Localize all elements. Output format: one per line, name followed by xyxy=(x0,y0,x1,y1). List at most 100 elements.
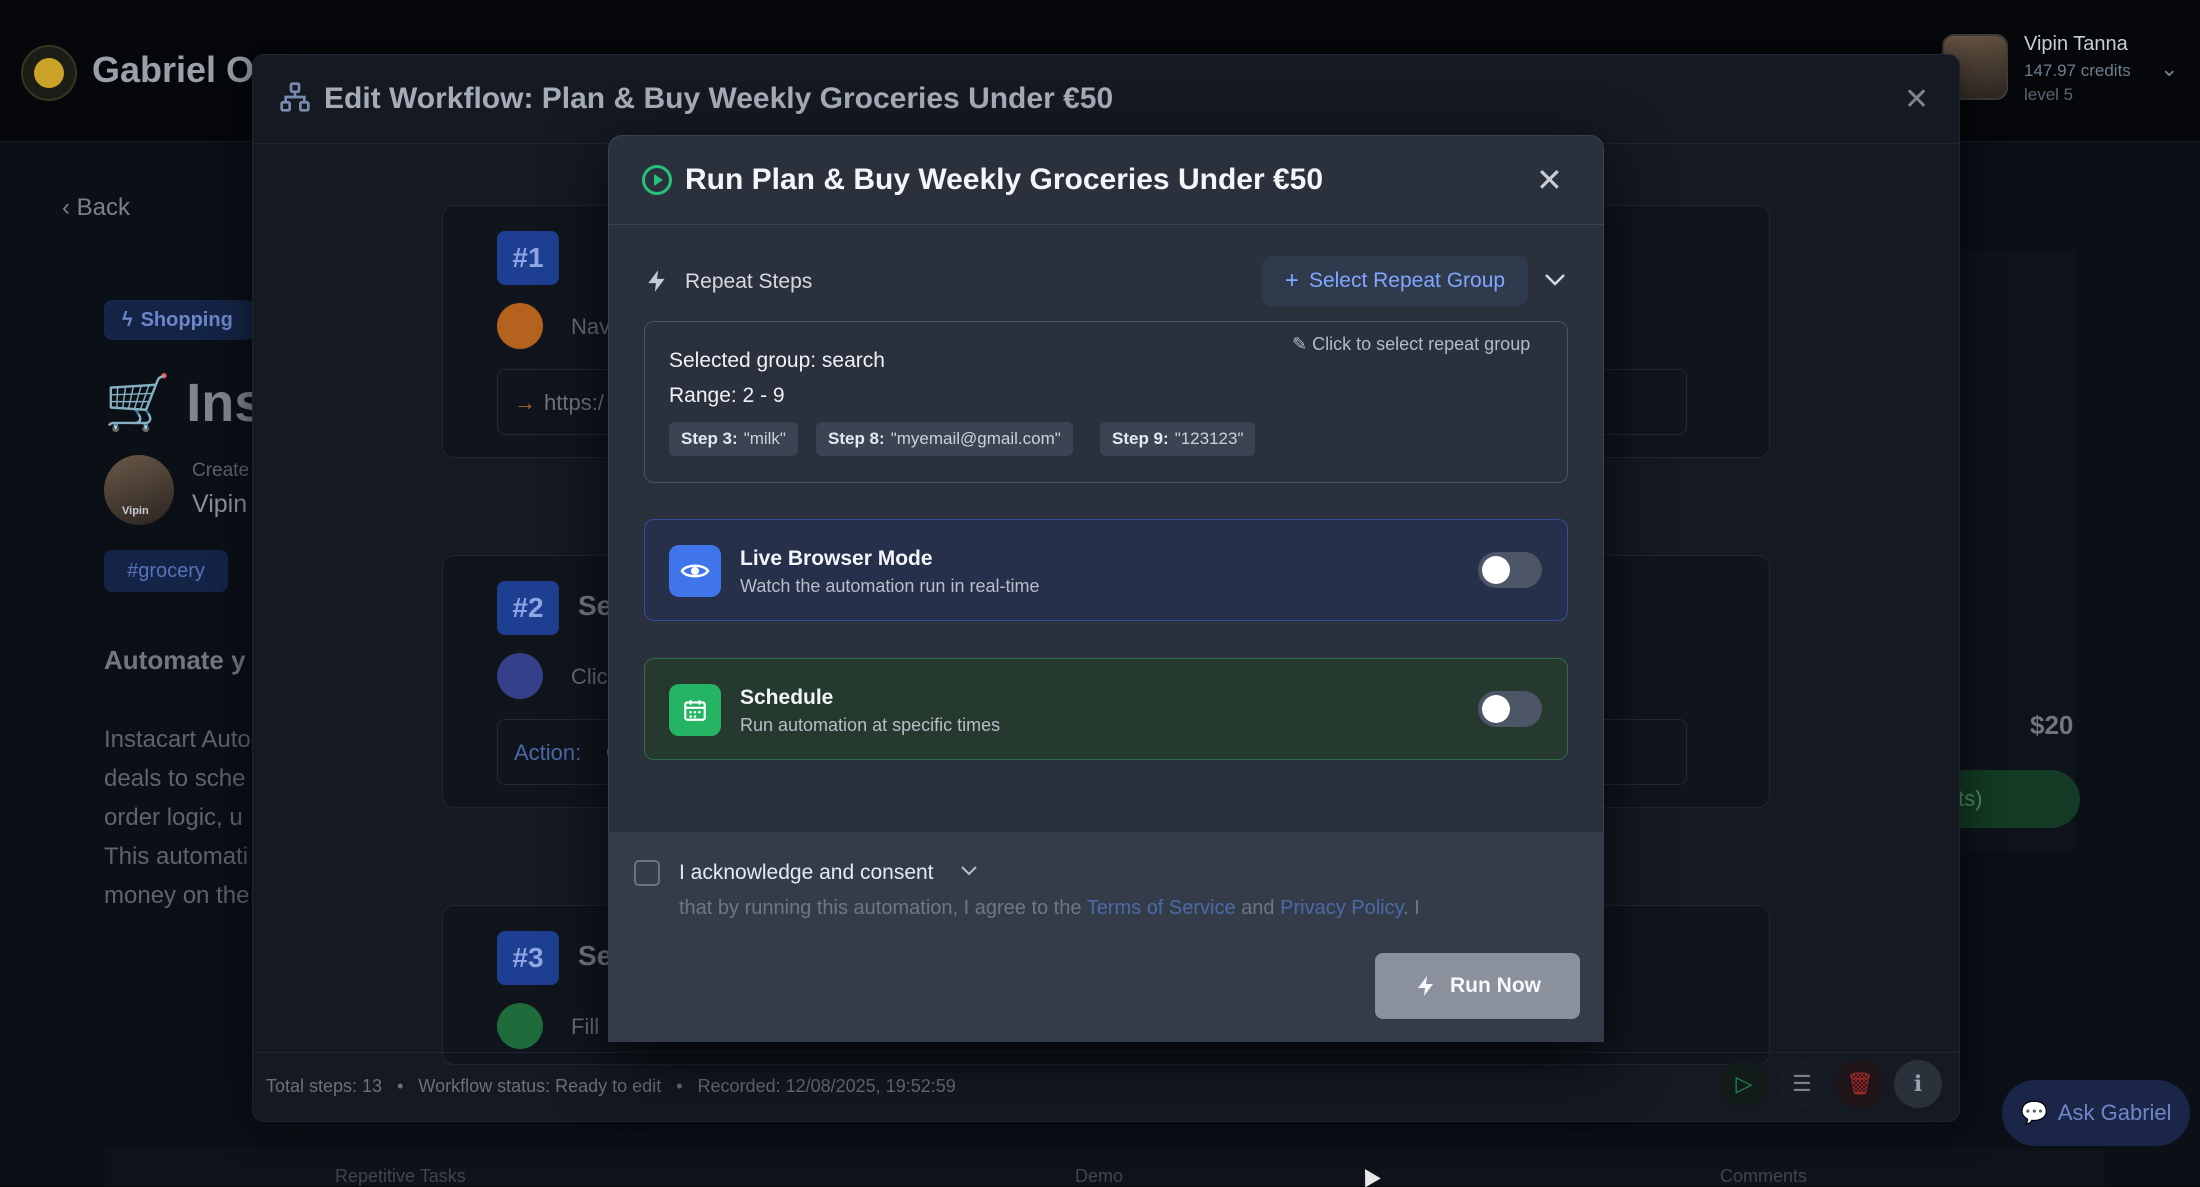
step-detail-label: Action: xyxy=(514,740,582,765)
chip-value: "123123" xyxy=(1174,429,1244,448)
creator-avatar: Vipin xyxy=(104,455,174,525)
selected-group: Selected group: search xyxy=(669,349,885,372)
chip-step: Step 8: xyxy=(828,429,885,448)
chip-value: "myemail@gmail.com" xyxy=(890,429,1061,448)
consent-text-and: and xyxy=(1241,897,1275,919)
chevron-down-icon[interactable] xyxy=(1544,266,1566,294)
workflow-status: Workflow status: Ready to edit xyxy=(418,1076,662,1096)
click-to-select-label: Click to select repeat group xyxy=(1312,334,1531,354)
arrow-right-icon: → xyxy=(514,390,536,415)
logo-icon[interactable] xyxy=(21,45,77,101)
live-browser-toggle[interactable] xyxy=(1478,552,1542,588)
chip-step: Step 9: xyxy=(1112,429,1169,448)
step-number: #2 xyxy=(497,581,559,635)
step-number: #1 xyxy=(497,231,559,285)
recorded-time: Recorded: 12/08/2025, 19:52:59 xyxy=(697,1076,956,1096)
step-value-chip: Step 8: "myemail@gmail.com" xyxy=(816,422,1073,456)
step-action: Fill xyxy=(571,1014,600,1039)
consent-checkbox[interactable] xyxy=(634,860,660,886)
separator: • xyxy=(676,1076,683,1096)
workflow-icon xyxy=(279,81,311,121)
category-badge: ϟ Shopping xyxy=(104,300,254,340)
chip-value: "milk" xyxy=(743,429,786,448)
select-repeat-group-label: Select Repeat Group xyxy=(1308,269,1506,292)
run-modal-title: Run Plan & Buy Weekly Groceries Under €5… xyxy=(685,163,1324,196)
run-now-label: Run Now xyxy=(1450,974,1541,997)
step-value-chip: Step 9: "123123" xyxy=(1100,422,1256,456)
user-credits: 147.97 credits xyxy=(2024,61,2131,80)
user-menu-chevron-down-icon[interactable]: ⌄ xyxy=(2160,56,2178,82)
step-value-chip: Step 3: "milk" xyxy=(669,422,798,456)
total-steps: Total steps: 13 xyxy=(266,1076,383,1096)
tab-comments[interactable]: Comments xyxy=(1720,1166,1807,1187)
schedule-subtitle: Run automation at specific times xyxy=(740,715,1001,735)
fill-icon xyxy=(497,1003,543,1049)
description-heading: Automate y xyxy=(104,645,246,675)
select-repeat-group-button[interactable]: + Select Repeat Group xyxy=(1262,256,1528,306)
ask-gabriel-label: Ask Gabriel xyxy=(2057,1100,2172,1125)
back-label: Back xyxy=(76,194,131,221)
footer-actions: ▷ ☰ 🗑 ℹ xyxy=(1720,1060,1942,1110)
description-line: This automati xyxy=(104,843,249,870)
consent-text-suffix: I xyxy=(1414,897,1420,919)
consent-text: that by running this automation, I agree… xyxy=(679,897,1420,919)
bolt-icon xyxy=(1418,976,1433,996)
step-url: https:/ xyxy=(544,390,604,415)
select-group-link[interactable]: ✎ Click to select repeat group xyxy=(1292,334,1530,355)
live-browser-subtitle: Watch the automation run in real-time xyxy=(740,576,1040,596)
creator-avatar-caption: Vipin xyxy=(122,505,149,517)
bolt-icon: ϟ xyxy=(122,308,133,331)
user-name: Vipin Tanna xyxy=(2024,33,2128,55)
navigate-icon xyxy=(497,303,543,349)
repeat-steps-label: Repeat Steps xyxy=(685,270,813,293)
consent-text-prefix: that by running this automation, I agree… xyxy=(679,897,1082,919)
step-action: Nav xyxy=(571,314,611,339)
info-icon[interactable]: ℹ xyxy=(1894,1060,1942,1108)
bottom-tabs: Repetitive Tasks Demo Comments xyxy=(105,1148,2105,1186)
plus-icon: + xyxy=(1284,267,1299,294)
description-line: deals to sche xyxy=(104,765,246,792)
tag-grocery[interactable]: #grocery xyxy=(104,550,228,592)
separator: • xyxy=(397,1076,404,1096)
creator-label: Create xyxy=(192,460,250,481)
schedule-toggle[interactable] xyxy=(1478,691,1542,727)
workflow-status-bar: Total steps: 13 • Workflow status: Ready… xyxy=(266,1076,956,1097)
back-link[interactable]: ‹ Back xyxy=(62,194,130,222)
step-number: #3 xyxy=(497,931,559,985)
play-circle-icon[interactable]: ▷ xyxy=(1720,1060,1768,1108)
user-level: level 5 xyxy=(2024,85,2074,104)
category-label: Shopping xyxy=(140,308,233,331)
brand-name[interactable]: Gabriel Op xyxy=(92,49,276,91)
calendar-icon xyxy=(669,684,721,736)
trash-icon[interactable]: 🗑 xyxy=(1836,1060,1884,1108)
step-action: Clic xyxy=(571,664,608,689)
price-value: $20 xyxy=(2030,710,2074,740)
creator-name[interactable]: Vipin xyxy=(192,490,247,519)
terms-of-service-link[interactable]: Terms of Service xyxy=(1087,897,1236,919)
consent-label[interactable]: I acknowledge and consent xyxy=(679,861,934,885)
ask-gabriel-button[interactable]: 💬 Ask Gabriel xyxy=(2002,1080,2190,1146)
close-icon[interactable]: ✕ xyxy=(1536,161,1563,199)
schedule-title: Schedule xyxy=(740,686,834,709)
edit-workflow-title: Edit Workflow: Plan & Buy Weekly Groceri… xyxy=(324,82,1114,115)
play-circle-icon xyxy=(642,165,672,195)
close-icon[interactable]: ✕ xyxy=(1904,82,1929,117)
cart-icon: 🛒 xyxy=(104,373,172,433)
buy-button[interactable]: ts) xyxy=(1950,770,2080,828)
chevron-left-icon: ‹ xyxy=(62,194,77,221)
eye-icon xyxy=(669,545,721,597)
privacy-policy-link[interactable]: Privacy Policy xyxy=(1280,897,1403,919)
pricing-card xyxy=(1955,250,2075,850)
list-icon[interactable]: ☰ xyxy=(1778,1060,1826,1108)
bolt-icon xyxy=(644,266,670,303)
chip-step: Step 3: xyxy=(681,429,738,448)
description-line: Instacart Auto xyxy=(104,726,251,753)
run-now-button[interactable]: Run Now xyxy=(1375,953,1580,1019)
tab-repetitive-tasks[interactable]: Repetitive Tasks xyxy=(335,1166,466,1187)
tab-demo[interactable]: Demo xyxy=(1075,1166,1123,1187)
live-browser-title: Live Browser Mode xyxy=(740,547,933,570)
chevron-down-icon[interactable] xyxy=(960,860,978,883)
group-range: Range: 2 - 9 xyxy=(669,384,785,407)
pencil-icon: ✎ xyxy=(1292,334,1308,354)
description-line: order logic, u xyxy=(104,804,243,831)
